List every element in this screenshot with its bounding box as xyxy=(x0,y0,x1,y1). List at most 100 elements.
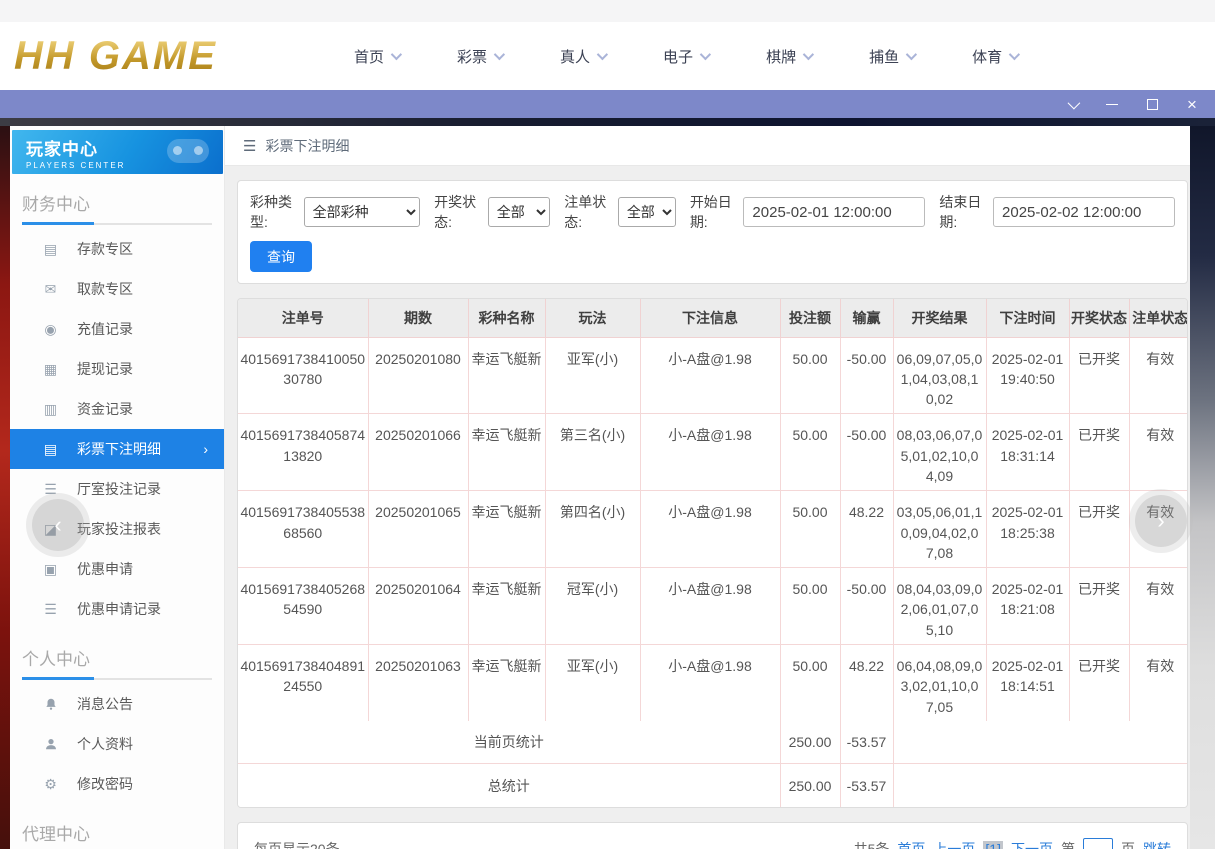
deposit-icon: ▤ xyxy=(42,241,59,258)
lottery-type-label: 彩种类型: xyxy=(250,192,298,232)
cell-order-id: 401569173841005030780 xyxy=(238,337,368,414)
cell-order-id: 401569173840489124550 xyxy=(238,645,368,721)
carousel-prev-button[interactable]: ‹ xyxy=(32,499,84,551)
lottery-bets-icon: ▤ xyxy=(42,441,59,458)
minimize-button[interactable] xyxy=(1103,95,1121,113)
cell-win-loss: 48.22 xyxy=(840,645,893,721)
background-left-strip xyxy=(0,126,10,849)
end-date-label: 结束日期: xyxy=(939,192,987,232)
cell-bet-amount: 50.00 xyxy=(780,568,840,645)
column-header: 玩法 xyxy=(545,299,640,337)
page-prefix-text: 第 xyxy=(1061,839,1075,849)
cell-order-status: 有效 xyxy=(1129,568,1188,645)
pagination-bar: 每页显示20条 共5条 首页 上一页 [1] 下一页 第 页 跳转 xyxy=(237,822,1188,849)
nav-item-fishing[interactable]: 捕鱼 xyxy=(869,46,914,67)
chevron-down-icon xyxy=(1009,49,1020,60)
filter-panel: 彩种类型: 全部彩种 开奖状态: 全部 注单状态: 全部 开始日期: 结束日期:… xyxy=(237,180,1188,284)
sidebar-item-withdraw[interactable]: ✉ 取款专区 xyxy=(10,269,224,309)
cell-win-loss: -50.00 xyxy=(840,337,893,414)
bets-table: 注单号 期数 彩种名称 玩法 下注信息 投注额 输赢 开奖结果 下注时间 开奖状… xyxy=(238,299,1188,807)
sidebar-item-recharge-record[interactable]: ◉ 充值记录 xyxy=(10,309,224,349)
cell-period: 20250201080 xyxy=(368,337,468,414)
sidebar-item-promo-record[interactable]: ☰ 优惠申请记录 xyxy=(10,589,224,629)
prev-page-link[interactable]: 上一页 xyxy=(933,839,975,849)
order-status-select[interactable]: 全部 xyxy=(618,197,676,227)
hamburger-icon[interactable]: ☰ xyxy=(243,137,256,155)
sidebar-item-announcements[interactable]: 消息公告 xyxy=(10,684,224,724)
sidebar-item-change-password[interactable]: ⚙ 修改密码 xyxy=(10,764,224,804)
cell-draw-result: 03,05,06,01,10,09,04,02,07,08 xyxy=(893,491,986,568)
nav-item-lottery[interactable]: 彩票 xyxy=(457,46,502,67)
promo-apply-icon: ▣ xyxy=(42,561,59,578)
maximize-button[interactable] xyxy=(1143,95,1161,113)
cell-play-type: 第四名(小) xyxy=(545,491,640,568)
minimize-icon xyxy=(1106,104,1118,105)
site-header: HH GAME 首页 彩票 真人 电子 棋牌 捕鱼 体育 xyxy=(0,0,1215,90)
table-body: 401569173841005030780 20250201080 幸运飞艇新 … xyxy=(238,337,1188,721)
cell-period: 20250201065 xyxy=(368,491,468,568)
carousel-next-button[interactable]: › xyxy=(1135,495,1187,547)
lottery-type-select[interactable]: 全部彩种 xyxy=(304,197,421,227)
nav-item-cards[interactable]: 棋牌 xyxy=(766,46,811,67)
chevron-right-icon: › xyxy=(203,441,208,457)
cell-win-loss: 48.22 xyxy=(840,491,893,568)
sidebar-item-label: 玩家投注报表 xyxy=(77,519,161,539)
draw-status-select[interactable]: 全部 xyxy=(488,197,550,227)
column-header: 开奖状态 xyxy=(1069,299,1129,337)
next-page-link[interactable]: 下一页 xyxy=(1011,839,1053,849)
nav-item-slots[interactable]: 电子 xyxy=(663,46,708,67)
maximize-icon xyxy=(1147,99,1158,110)
cell-draw-result: 06,09,07,05,01,04,03,08,10,02 xyxy=(893,337,986,414)
cell-draw-status: 已开奖 xyxy=(1069,414,1129,491)
nav-item-sports[interactable]: 体育 xyxy=(972,46,1017,67)
bets-table-card: 注单号 期数 彩种名称 玩法 下注信息 投注额 输赢 开奖结果 下注时间 开奖状… xyxy=(237,298,1188,808)
section-title-personal: 个人中心 xyxy=(22,645,212,670)
page-jump-input[interactable] xyxy=(1083,838,1113,849)
person-icon xyxy=(42,736,59,752)
cell-bet-amount: 50.00 xyxy=(780,645,840,721)
breadcrumb: ☰ 彩票下注明细 xyxy=(225,126,1190,166)
close-button[interactable]: × xyxy=(1183,95,1201,113)
cell-win-loss: -50.00 xyxy=(840,414,893,491)
order-status-label: 注单状态: xyxy=(564,192,612,232)
table-row: 401569173840489124550 20250201063 幸运飞艇新 … xyxy=(238,645,1188,721)
cell-order-status: 有效 xyxy=(1129,337,1188,414)
cell-draw-result: 06,04,08,09,03,02,01,10,07,05 xyxy=(893,645,986,721)
nav-label: 体育 xyxy=(972,46,1002,67)
cell-draw-status: 已开奖 xyxy=(1069,568,1129,645)
page-size-text: 每页显示20条 xyxy=(254,839,340,849)
nav-item-live[interactable]: 真人 xyxy=(560,46,605,67)
end-date-input[interactable] xyxy=(993,197,1175,227)
nav-label: 捕鱼 xyxy=(869,46,899,67)
sidebar-item-withdraw-record[interactable]: ▦ 提现记录 xyxy=(10,349,224,389)
chevron-down-icon xyxy=(803,49,814,60)
start-date-input[interactable] xyxy=(743,197,925,227)
sidebar-item-label: 存款专区 xyxy=(77,239,133,259)
jump-link[interactable]: 跳转 xyxy=(1143,839,1171,849)
sidebar-item-funds-record[interactable]: ▥ 资金记录 xyxy=(10,389,224,429)
cell-order-status: 有效 xyxy=(1129,414,1188,491)
promo-record-icon: ☰ xyxy=(42,601,59,618)
column-header: 期数 xyxy=(368,299,468,337)
search-button[interactable]: 查询 xyxy=(250,241,312,272)
chevron-down-icon xyxy=(597,49,608,60)
cell-order-id: 401569173840553868560 xyxy=(238,491,368,568)
sidebar-item-deposit[interactable]: ▤ 存款专区 xyxy=(10,229,224,269)
table-header-row: 注单号 期数 彩种名称 玩法 下注信息 投注额 输赢 开奖结果 下注时间 开奖状… xyxy=(238,299,1188,337)
nav-item-home[interactable]: 首页 xyxy=(354,46,399,67)
sidebar-item-lottery-bet-details[interactable]: ▤ 彩票下注明细 › xyxy=(10,429,224,469)
window-titlebar: × xyxy=(0,90,1215,118)
column-header: 下注信息 xyxy=(640,299,780,337)
chevron-right-icon: › xyxy=(1157,508,1164,534)
sidebar-item-promo-apply[interactable]: ▣ 优惠申请 xyxy=(10,549,224,589)
cell-bet-info: 小-A盘@1.98 xyxy=(640,491,780,568)
sidebar-item-profile[interactable]: 个人资料 xyxy=(10,724,224,764)
cell-draw-result: 08,04,03,09,02,06,01,07,05,10 xyxy=(893,568,986,645)
bell-icon xyxy=(42,696,59,712)
first-page-link[interactable]: 首页 xyxy=(897,839,925,849)
site-logo: HH GAME xyxy=(14,34,304,79)
page-suffix-text: 页 xyxy=(1121,839,1135,849)
nav-label: 真人 xyxy=(560,46,590,67)
window-dropdown-button[interactable] xyxy=(1063,95,1081,113)
cell-draw-status: 已开奖 xyxy=(1069,337,1129,414)
